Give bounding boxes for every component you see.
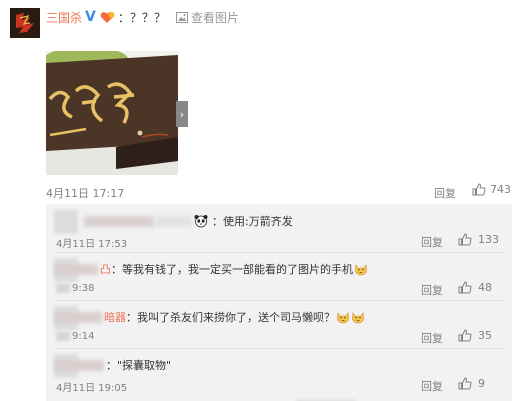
comment-text: ：使用:万箭齐发 [212, 215, 293, 228]
comment-divider [54, 300, 504, 301]
thumbs-up-icon [458, 233, 472, 246]
comment-like-count: 9 [478, 377, 485, 390]
verified-badge-icon: V [85, 9, 96, 25]
post-like-button[interactable]: 743 [472, 183, 511, 196]
commenter-name-suffix[interactable]: 凸 [100, 261, 111, 277]
commenter-name-suffix[interactable]: 暗器 [104, 309, 126, 325]
view-image-link[interactable]: 查看图片 [175, 9, 239, 26]
comment-divider [54, 252, 504, 253]
smiling-cat-emoji-icon [336, 310, 350, 324]
comment-timestamp[interactable]: 4月11日 19:05 [56, 379, 127, 394]
comment-like-count: 133 [478, 233, 499, 246]
thumbs-up-icon [458, 329, 472, 342]
smiling-cat-emoji-icon [351, 310, 365, 324]
thumbs-up-icon [458, 377, 472, 390]
post-header: 三国杀 V ：？？？ 查看图片 [46, 9, 239, 25]
commenter-name[interactable] [84, 215, 154, 227]
post-reply-button[interactable]: 回复 [434, 185, 456, 201]
commenter-avatar[interactable] [54, 210, 78, 234]
view-image-label: 查看图片 [190, 10, 239, 25]
smiling-cat-emoji-icon [354, 262, 368, 276]
comment-like-button[interactable]: 35 [458, 329, 492, 342]
post-text: ：？？？ [117, 10, 166, 25]
post-photo[interactable] [46, 51, 178, 175]
comment-like-count: 35 [478, 329, 492, 342]
comment-text: ：等我有钱了，我一定买一部能看的了图片的手机 [111, 263, 353, 276]
post-like-count: 743 [490, 183, 511, 196]
comment-like-button[interactable]: 133 [458, 233, 499, 246]
image-icon [175, 11, 188, 23]
comment-divider [54, 348, 504, 349]
comment-reply-button[interactable]: 回复 [421, 282, 443, 298]
heart-medal-icon[interactable] [99, 11, 115, 24]
commenter-name[interactable] [54, 311, 102, 323]
comment-text: ："探囊取物" [106, 359, 172, 372]
thumbs-up-icon [472, 183, 486, 196]
comment-like-button[interactable]: 9 [458, 377, 485, 390]
commenter-name[interactable] [54, 263, 98, 275]
comment-timestamp[interactable]: 9:38 [56, 283, 94, 294]
comment-reply-button[interactable]: 回复 [421, 330, 443, 346]
post-timestamp[interactable]: 4月11日 17:17 [46, 185, 124, 201]
comment-text: ：我叫了杀友们来捞你了，送个司马懒呗？ [126, 311, 335, 324]
comment-like-count: 48 [478, 281, 492, 294]
commenter-name[interactable] [54, 359, 104, 371]
comment-like-button[interactable]: 48 [458, 281, 492, 294]
thumbs-up-icon [458, 281, 472, 294]
comment-timestamp[interactable]: 9:14 [56, 331, 94, 342]
comment-timestamp[interactable]: 4月11日 17:53 [56, 235, 127, 250]
comment-list: ：使用:万箭齐发 4月11日 17:53 回复 133 凸 ：等我有钱了，我一定… [46, 204, 512, 401]
panda-emoji-icon [194, 214, 208, 228]
poster-avatar[interactable] [10, 8, 40, 38]
comment-reply-button[interactable]: 回复 [421, 378, 443, 394]
comment-reply-button[interactable]: 回复 [421, 234, 443, 250]
poster-username[interactable]: 三国杀 [46, 9, 82, 26]
next-image-arrow-icon[interactable]: › [176, 101, 188, 127]
